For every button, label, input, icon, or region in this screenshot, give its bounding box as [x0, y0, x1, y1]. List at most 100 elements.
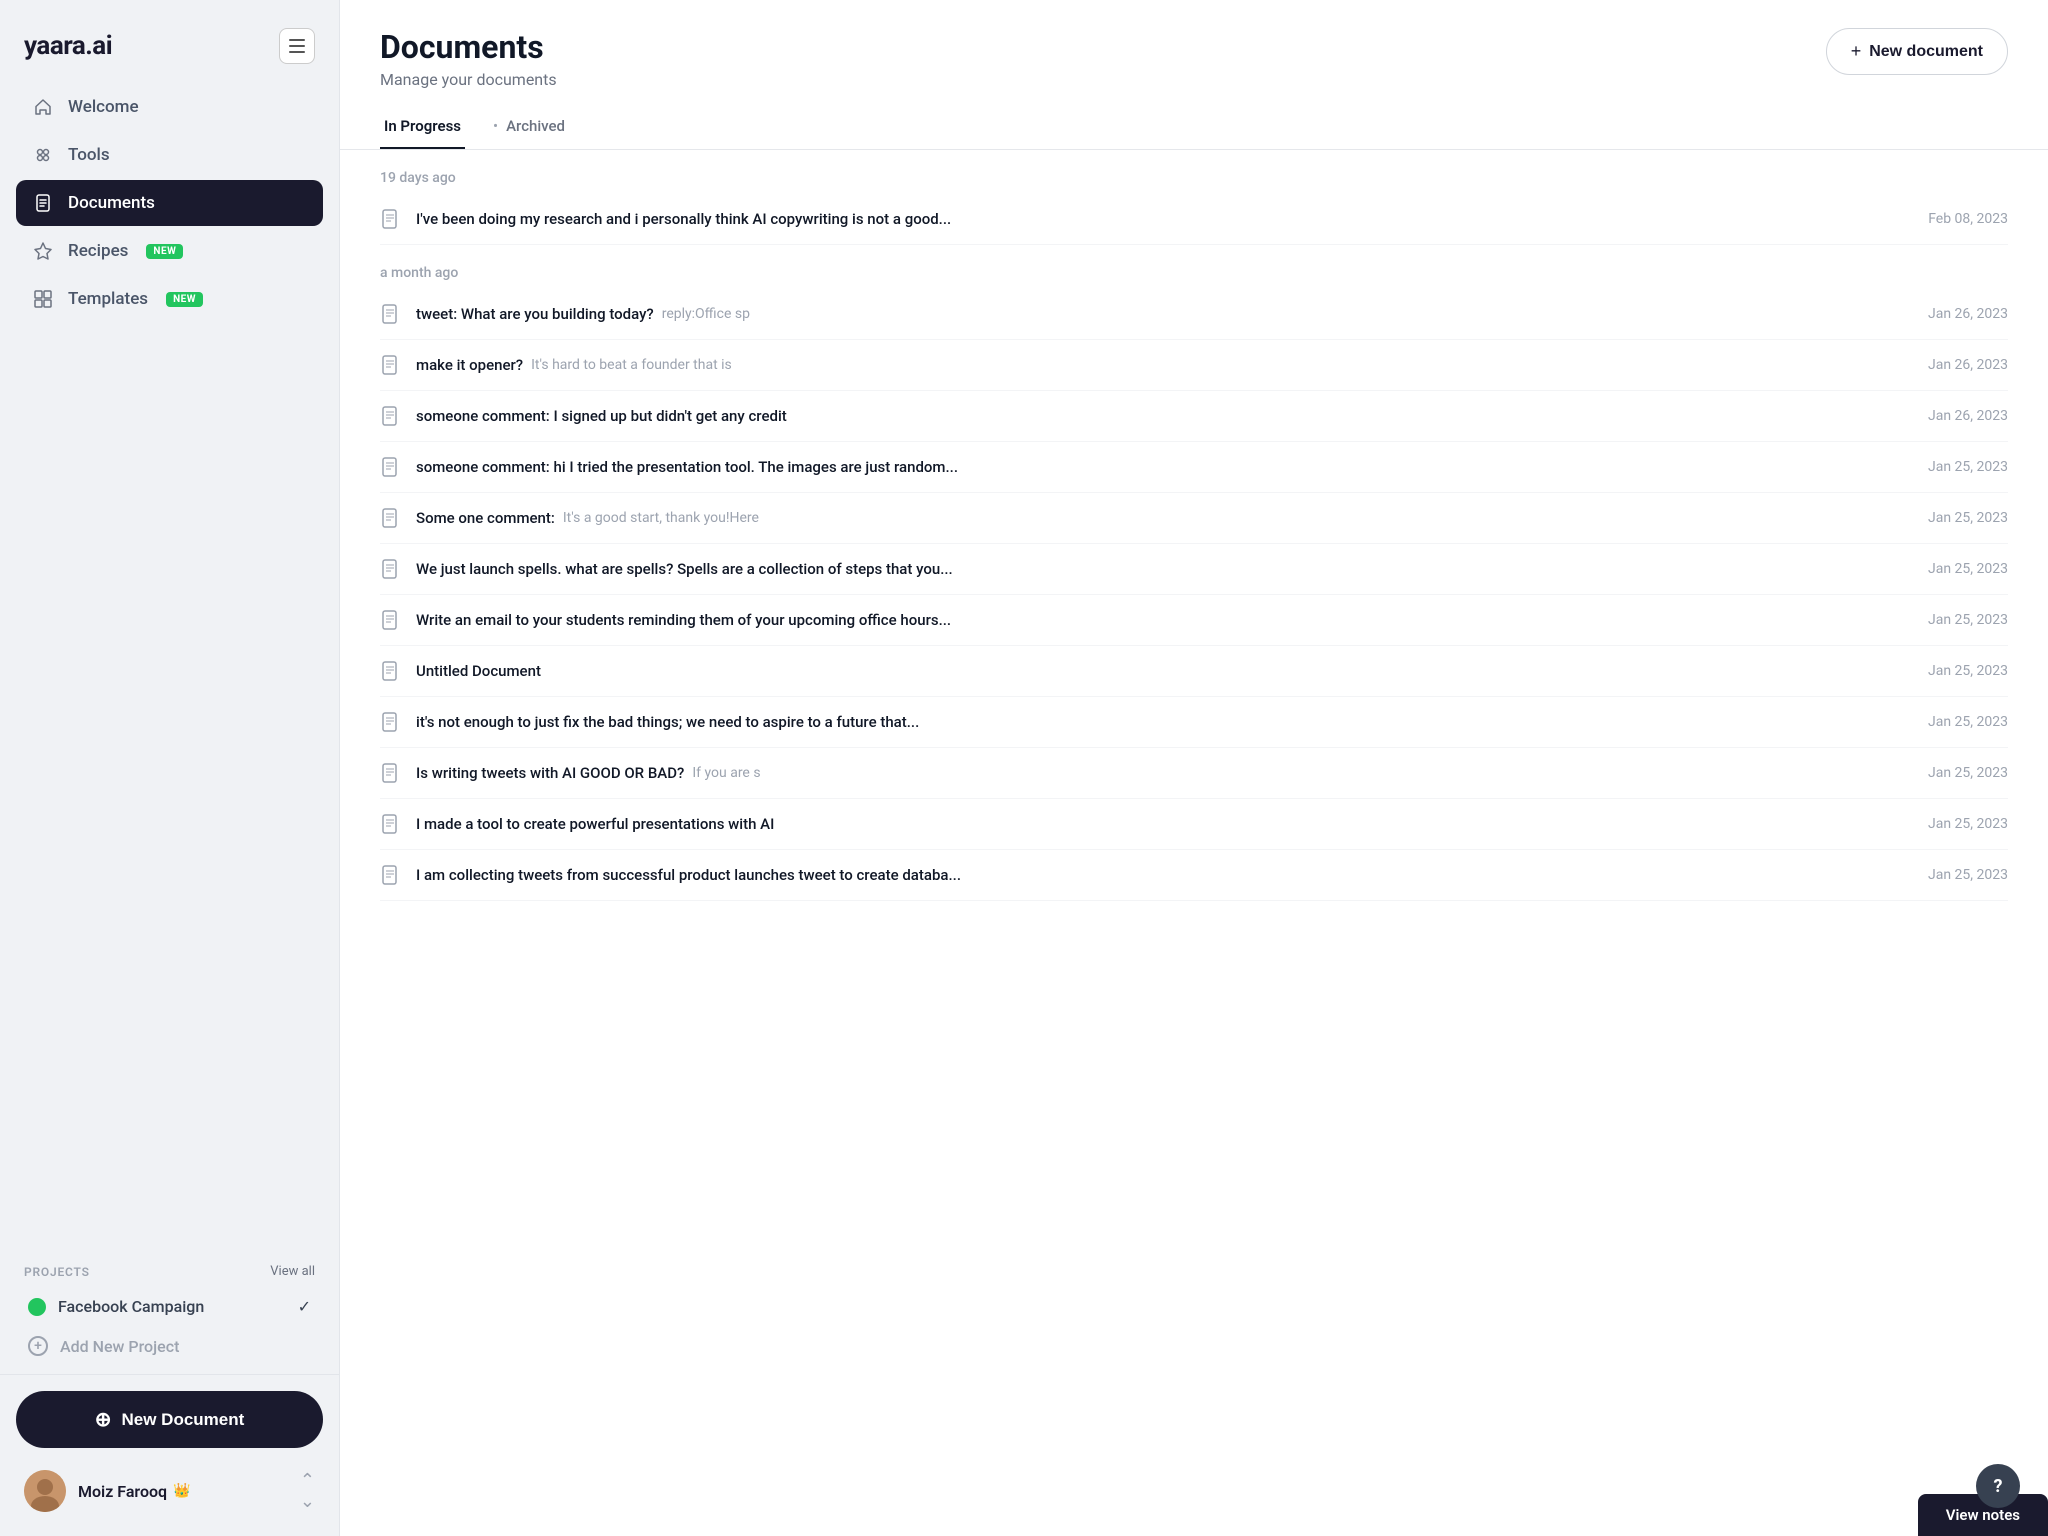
- sidebar-item-welcome[interactable]: Welcome: [16, 84, 323, 130]
- doc-title: make it opener?: [416, 356, 523, 374]
- doc-row[interactable]: someone comment: I signed up but didn't …: [380, 391, 2008, 442]
- document-icon: [380, 303, 402, 325]
- doc-title-area: it's not enough to just fix the bad thin…: [416, 713, 1912, 731]
- app-logo: yaara.ai: [24, 31, 112, 61]
- document-icon: [380, 864, 402, 886]
- main-header: Documents Manage your documents + New do…: [340, 0, 2048, 150]
- help-button[interactable]: ?: [1976, 1464, 2020, 1508]
- document-icon: [380, 558, 402, 580]
- doc-title-area: We just launch spells. what are spells? …: [416, 560, 1912, 578]
- doc-title: Is writing tweets with AI GOOD OR BAD?: [416, 764, 684, 782]
- doc-date: Jan 25, 2023: [1928, 765, 2008, 781]
- templates-icon: [32, 288, 54, 310]
- document-icon: [380, 456, 402, 478]
- document-icon: [380, 660, 402, 682]
- sidebar-item-tools[interactable]: Tools: [16, 132, 323, 178]
- project-item-facebook-campaign[interactable]: Facebook Campaign ✓: [16, 1287, 323, 1326]
- doc-title-area: tweet: What are you building today? repl…: [416, 305, 1912, 323]
- tools-icon: [32, 144, 54, 166]
- doc-title: I've been doing my research and i person…: [416, 210, 951, 228]
- doc-subtitle: It's a good start, thank you!Here: [563, 510, 759, 526]
- projects-section: PROJECTS View all Facebook Campaign ✓ + …: [0, 1252, 339, 1374]
- project-check-icon: ✓: [298, 1297, 311, 1316]
- doc-title: Some one comment:: [416, 509, 555, 527]
- add-project-label: Add New Project: [60, 1337, 179, 1356]
- doc-subtitle: It's hard to beat a founder that is: [531, 357, 732, 373]
- time-group-label-1: a month ago: [380, 245, 2008, 289]
- doc-row[interactable]: Is writing tweets with AI GOOD OR BAD? I…: [380, 748, 2008, 799]
- doc-title-area: someone comment: hi I tried the presenta…: [416, 458, 1912, 476]
- sidebar-nav: Welcome Tools: [0, 84, 339, 1252]
- document-icon: [380, 208, 402, 230]
- doc-row[interactable]: Some one comment: It's a good start, tha…: [380, 493, 2008, 544]
- document-icon: [380, 711, 402, 733]
- doc-row[interactable]: someone comment: hi I tried the presenta…: [380, 442, 2008, 493]
- document-icon: [380, 813, 402, 835]
- document-icon: [380, 762, 402, 784]
- doc-row[interactable]: Write an email to your students remindin…: [380, 595, 2008, 646]
- doc-title-area: Some one comment: It's a good start, tha…: [416, 509, 1912, 527]
- time-group-label-0: 19 days ago: [380, 150, 2008, 194]
- sidebar-header: yaara.ai: [0, 0, 339, 84]
- doc-date: Jan 25, 2023: [1928, 816, 2008, 832]
- doc-row[interactable]: I am collecting tweets from successful p…: [380, 850, 2008, 901]
- recipes-icon: [32, 240, 54, 262]
- templates-label: Templates: [68, 289, 148, 309]
- page-subtitle: Manage your documents: [380, 70, 557, 89]
- templates-new-badge: NEW: [166, 292, 203, 307]
- doc-row[interactable]: I made a tool to create powerful present…: [380, 799, 2008, 850]
- doc-row[interactable]: make it opener? It's hard to beat a foun…: [380, 340, 2008, 391]
- doc-title: it's not enough to just fix the bad thin…: [416, 713, 919, 731]
- tab-archived[interactable]: Archived: [502, 105, 569, 149]
- documents-icon: [32, 192, 54, 214]
- user-name: Moiz Farooq 👑: [78, 1482, 191, 1501]
- doc-row[interactable]: We just launch spells. what are spells? …: [380, 544, 2008, 595]
- sidebar-item-documents[interactable]: Documents: [16, 180, 323, 226]
- doc-title: someone comment: hi I tried the presenta…: [416, 458, 958, 476]
- add-project-item[interactable]: + Add New Project: [16, 1326, 323, 1366]
- new-document-label: New Document: [121, 1410, 244, 1430]
- documents-list: 19 days ago I've been doing my research …: [340, 150, 2048, 1536]
- view-notes-label: View notes: [1946, 1506, 2020, 1524]
- doc-date: Jan 25, 2023: [1928, 663, 2008, 679]
- doc-row[interactable]: it's not enough to just fix the bad thin…: [380, 697, 2008, 748]
- new-doc-header-label: New document: [1869, 43, 1983, 61]
- recipes-label: Recipes: [68, 241, 128, 261]
- doc-date: Jan 26, 2023: [1928, 357, 2008, 373]
- sidebar-toggle-button[interactable]: [279, 28, 315, 64]
- new-document-plus-icon: ⊕: [95, 1407, 112, 1432]
- doc-title-area: I am collecting tweets from successful p…: [416, 866, 1912, 884]
- doc-title-area: I've been doing my research and i person…: [416, 210, 1912, 228]
- projects-header: PROJECTS View all: [16, 1264, 323, 1279]
- doc-date: Jan 25, 2023: [1928, 612, 2008, 628]
- doc-title-area: Is writing tweets with AI GOOD OR BAD? I…: [416, 764, 1912, 782]
- sidebar-item-templates[interactable]: Templates NEW: [16, 276, 323, 322]
- view-all-link[interactable]: View all: [270, 1264, 315, 1279]
- doc-title-area: Write an email to your students remindin…: [416, 611, 1912, 629]
- title-area: Documents Manage your documents: [380, 28, 557, 89]
- sidebar-bottom: ⊕ New Document Moiz Farooq 👑 ⌃⌄: [0, 1374, 339, 1536]
- sidebar-item-recipes[interactable]: Recipes NEW: [16, 228, 323, 274]
- user-profile[interactable]: Moiz Farooq 👑 ⌃⌄: [16, 1462, 323, 1520]
- main-content: Documents Manage your documents + New do…: [340, 0, 2048, 1536]
- document-icon: [380, 507, 402, 529]
- avatar-image: [24, 1470, 66, 1512]
- doc-date: Jan 26, 2023: [1928, 408, 2008, 424]
- doc-subtitle: If you are s: [692, 765, 760, 781]
- doc-subtitle: reply:Office sp: [662, 306, 750, 322]
- doc-row[interactable]: Untitled Document Jan 25, 2023: [380, 646, 2008, 697]
- doc-row[interactable]: I've been doing my research and i person…: [380, 194, 2008, 245]
- new-document-header-button[interactable]: + New document: [1826, 28, 2008, 75]
- new-document-button[interactable]: ⊕ New Document: [16, 1391, 323, 1448]
- doc-date: Jan 25, 2023: [1928, 561, 2008, 577]
- document-icon: [380, 405, 402, 427]
- main-header-top: Documents Manage your documents + New do…: [380, 28, 2008, 89]
- tab-in-progress[interactable]: In Progress: [380, 105, 465, 149]
- recipes-new-badge: NEW: [146, 244, 183, 259]
- document-icon: [380, 609, 402, 631]
- doc-title: We just launch spells. what are spells? …: [416, 560, 953, 578]
- doc-row[interactable]: tweet: What are you building today? repl…: [380, 289, 2008, 340]
- doc-title: Untitled Document: [416, 662, 541, 680]
- doc-title: I made a tool to create powerful present…: [416, 815, 774, 833]
- doc-title: tweet: What are you building today?: [416, 305, 654, 323]
